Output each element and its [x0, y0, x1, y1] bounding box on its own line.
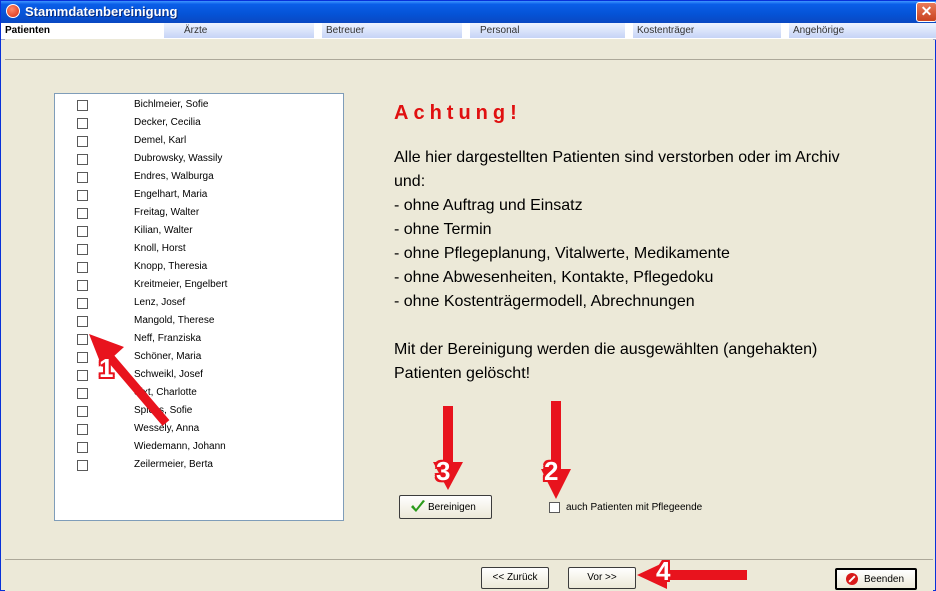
checkmark-icon — [411, 500, 425, 512]
patient-name: Endres, Walburga — [134, 171, 214, 182]
warning-line: Mit der Bereinigung werden die ausgewähl… — [394, 341, 818, 358]
back-button[interactable]: << Zurück — [481, 567, 549, 589]
patient-name: Engelhart, Maria — [134, 189, 208, 200]
patient-checkbox[interactable] — [77, 316, 88, 327]
patient-name: Decker, Cecilia — [134, 117, 201, 128]
warning-title: Achtung! — [394, 102, 522, 124]
list-item[interactable]: Engelhart, Maria — [55, 187, 343, 205]
list-item[interactable]: Endres, Walburga — [55, 169, 343, 187]
patient-checkbox[interactable] — [77, 244, 88, 255]
patient-name: Kilian, Walter — [134, 225, 193, 236]
patient-checkbox[interactable] — [77, 136, 88, 147]
patient-name: Lenz, Josef — [134, 297, 186, 308]
tab-kostentraeger[interactable]: Kostenträger — [633, 23, 789, 38]
patient-name: Knoll, Horst — [134, 243, 186, 254]
bereinigen-label: Bereinigen — [428, 502, 476, 513]
tab-angehoerige[interactable]: Angehörige — [789, 23, 936, 38]
include-pflegeende-label: auch Patienten mit Pflegeende — [566, 502, 703, 513]
patient-checkbox[interactable] — [77, 262, 88, 273]
list-item[interactable]: Freitag, Walter — [55, 205, 343, 223]
bereinigen-button[interactable]: Bereinigen — [399, 495, 492, 519]
warning-line: - ohne Abwesenheiten, Kontakte, Pflegedo… — [394, 269, 714, 286]
tab-personal[interactable]: Personal — [470, 23, 633, 38]
list-item[interactable]: Zeilermeier, Berta — [55, 457, 343, 475]
warning-line: - ohne Termin — [394, 221, 492, 238]
patient-checkbox[interactable] — [77, 298, 88, 309]
annotation-4: 4 — [656, 556, 671, 586]
patient-name: Zeilermeier, Berta — [134, 459, 213, 470]
tab-bar: Patienten Ärzte Betreuer Personal Kosten… — [1, 23, 936, 40]
patient-checkbox[interactable] — [77, 208, 88, 219]
tab-aerzte[interactable]: Ärzte — [164, 23, 322, 38]
patient-checkbox[interactable] — [77, 154, 88, 165]
patient-name: Knopp, Theresia — [134, 261, 208, 272]
bottom-bar — [5, 559, 933, 591]
patient-name: Freitag, Walter — [134, 207, 200, 218]
next-button[interactable]: Vor >> — [568, 567, 636, 589]
stop-icon — [846, 573, 858, 585]
patient-list[interactable]: Bichlmeier, Sofie Decker, Cecilia Demel, K… — [54, 93, 344, 521]
warning-text: Alle hier dargestellten Patienten sind v… — [394, 146, 934, 386]
patient-checkbox[interactable] — [77, 442, 88, 453]
list-item[interactable]: Decker, Cecilia — [55, 115, 343, 133]
annotation-1: 1 — [99, 353, 114, 383]
tab-betreuer[interactable]: Betreuer — [322, 23, 470, 38]
warning-line: und: — [394, 173, 426, 190]
app-icon — [6, 4, 20, 18]
quit-button[interactable]: Beenden — [835, 568, 917, 590]
title-bar: Stammdatenbereinigung ✕ — [1, 1, 936, 23]
quit-label: Beenden — [864, 574, 905, 585]
warning-line: - ohne Pflegeplanung, Vitalwerte, Medika… — [394, 245, 730, 262]
patient-checkbox[interactable] — [77, 226, 88, 237]
list-item[interactable]: Kilian, Walter — [55, 223, 343, 241]
warning-line: Patienten gelöscht! — [394, 365, 531, 382]
list-item[interactable]: Wiedemann, Johann — [55, 439, 343, 457]
tab-content-header — [5, 39, 933, 59]
tab-patienten[interactable]: Patienten — [1, 23, 164, 38]
patient-checkbox[interactable] — [77, 118, 88, 129]
arrow-4-icon — [637, 561, 747, 589]
annotation-2: 2 — [544, 456, 559, 486]
list-item[interactable]: Dubrowsky, Wassily — [55, 151, 343, 169]
warning-line: - ohne Kostenträgermodell, Abrechnungen — [394, 293, 695, 310]
main-window: Stammdatenbereinigung ✕ Patienten Ärzte … — [0, 0, 936, 591]
patient-name: Kreitmeier, Engelbert — [134, 279, 228, 290]
patient-checkbox[interactable] — [77, 172, 88, 183]
patient-name: Mangold, Therese — [134, 315, 215, 326]
patient-name: Bichlmeier, Sofie — [134, 99, 209, 110]
close-icon: ✕ — [920, 3, 933, 19]
list-item[interactable]: Demel, Karl — [55, 133, 343, 151]
annotation-3: 3 — [436, 456, 451, 486]
warning-line: - ohne Auftrag und Einsatz — [394, 197, 583, 214]
list-item[interactable]: Bichlmeier, Sofie — [55, 97, 343, 115]
patient-checkbox[interactable] — [77, 280, 88, 291]
patient-checkbox[interactable] — [77, 460, 88, 471]
window-title: Stammdatenbereinigung — [25, 4, 178, 19]
list-item[interactable]: Mangold, Therese — [55, 313, 343, 331]
warning-line: Alle hier dargestellten Patienten sind v… — [394, 149, 840, 166]
warning-line — [394, 314, 934, 338]
patient-name: Dubrowsky, Wassily — [134, 153, 223, 164]
window-close-button[interactable]: ✕ — [916, 2, 936, 22]
list-item[interactable]: Lenz, Josef — [55, 295, 343, 313]
include-pflegeende-checkbox[interactable] — [549, 502, 560, 513]
list-item[interactable]: Knopp, Theresia — [55, 259, 343, 277]
list-item[interactable]: Kreitmeier, Engelbert — [55, 277, 343, 295]
patient-name: Demel, Karl — [134, 135, 187, 146]
list-item[interactable]: Knoll, Horst — [55, 241, 343, 259]
patient-checkbox[interactable] — [77, 190, 88, 201]
patient-checkbox[interactable] — [77, 100, 88, 111]
patient-name: Wiedemann, Johann — [134, 441, 226, 452]
